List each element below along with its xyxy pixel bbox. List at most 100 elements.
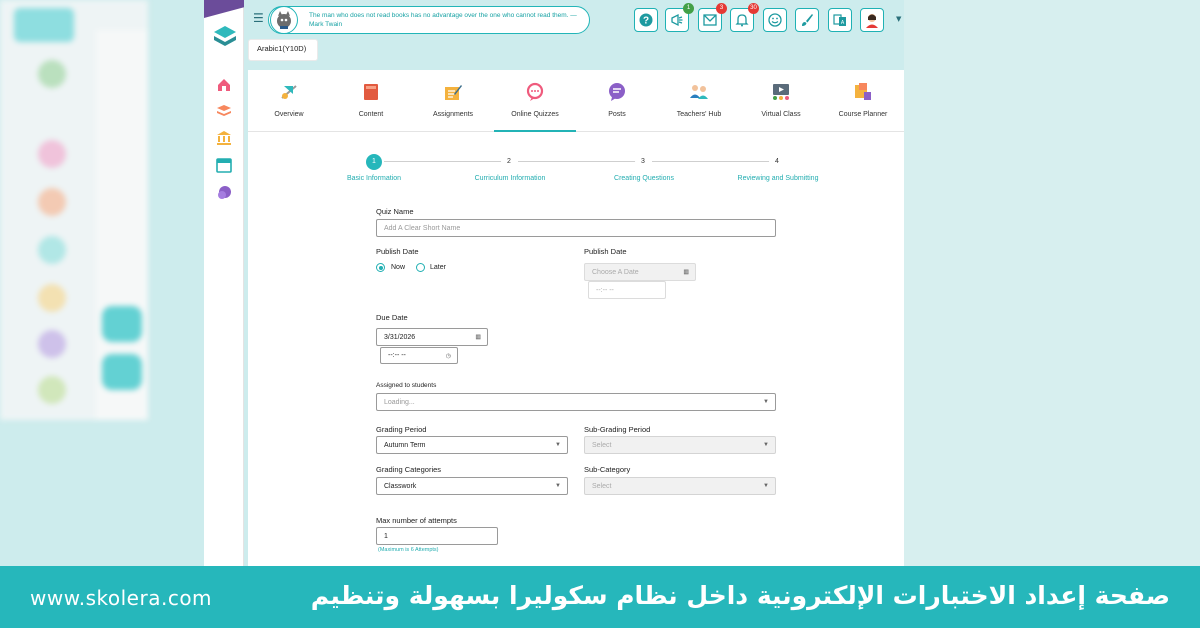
sub-grading-period-label: Sub-Grading Period — [584, 425, 651, 434]
messages-rail-icon[interactable] — [215, 184, 233, 202]
publish-date-label: Publish Date — [376, 247, 419, 256]
user-avatar-icon — [866, 14, 878, 28]
step-1-circle[interactable]: 1 — [366, 154, 382, 170]
skolera-logo-icon — [214, 26, 236, 46]
book-icon — [364, 84, 378, 100]
publish-now-label: Now — [391, 264, 406, 271]
menu-icon[interactable]: ☰ — [253, 12, 265, 24]
clock-icon: ◷ — [445, 353, 451, 359]
max-attempts-input[interactable]: 1 — [376, 527, 498, 545]
course-tabs: Overview Content Assignments Online Quiz… — [248, 70, 904, 132]
publish-date-label-2: Publish Date — [584, 247, 627, 256]
publish-now-radio[interactable] — [376, 263, 385, 272]
help-icon: ? — [639, 13, 653, 27]
planner-icon — [855, 83, 871, 100]
feedback-button[interactable] — [763, 8, 787, 32]
step-connector — [518, 161, 644, 162]
chevron-down-icon: ▼ — [763, 399, 769, 405]
mail-icon — [703, 14, 717, 26]
calendar-small-icon: ▦ — [683, 269, 689, 276]
sub-category-select[interactable]: Select ▼ — [584, 477, 776, 495]
notifications-badge: 30 — [748, 3, 759, 14]
institution-icon[interactable] — [215, 129, 233, 147]
grading-categories-label: Grading Categories — [376, 465, 442, 474]
publish-later-label: Later — [430, 264, 446, 271]
course-chip[interactable]: Arabic1(Y10D) — [249, 40, 317, 60]
quiz-name-input[interactable]: Add A Clear Short Name — [376, 219, 776, 237]
tab-virtual-class[interactable]: Virtual Class — [740, 70, 822, 132]
top-bar: ☰ The man who does not read books has no… — [244, 0, 904, 62]
publish-later-radio[interactable] — [416, 263, 425, 272]
calendar-small-icon: ▦ — [475, 334, 481, 341]
sub-grading-period-value: Select — [592, 441, 612, 449]
background-dot — [38, 236, 66, 264]
bottom-banner: www.skolera.com صفحة إعداد الاختبارات ال… — [0, 566, 1200, 628]
due-date-picker[interactable]: 3/31/2026 ▦ — [376, 328, 488, 346]
tab-teachers-hub[interactable]: Teachers' Hub — [658, 70, 740, 132]
grading-categories-value: Classwork — [384, 482, 417, 490]
bell-icon — [735, 14, 749, 27]
background-block — [102, 306, 142, 342]
courses-icon[interactable] — [215, 102, 233, 120]
announcements-button[interactable]: 1 — [665, 3, 694, 32]
messages-button[interactable]: 3 — [698, 3, 727, 32]
grading-period-select[interactable]: Autumn Term ▼ — [376, 436, 568, 454]
quote-text: The man who does not read books has no a… — [309, 12, 577, 28]
step-1-label[interactable]: Basic Information — [314, 175, 434, 182]
chevron-down-icon[interactable]: ▼ — [896, 15, 901, 23]
virtual-class-icon — [773, 84, 789, 100]
brush-icon — [802, 14, 813, 26]
tab-assignments[interactable]: Assignments — [412, 70, 494, 132]
notifications-button[interactable]: 30 — [730, 3, 759, 32]
step-3-circle[interactable]: 3 — [635, 154, 651, 170]
main-panel: Overview Content Assignments Online Quiz… — [248, 70, 904, 566]
user-profile-button[interactable] — [860, 8, 884, 32]
step-connector — [652, 161, 774, 162]
due-date-value: 3/31/2026 — [384, 333, 416, 341]
background-right — [904, 0, 1200, 566]
step-2-label[interactable]: Curriculum Information — [450, 175, 570, 182]
sub-grading-period-select[interactable]: Select ▼ — [584, 436, 776, 454]
step-2-circle[interactable]: 2 — [501, 154, 517, 170]
chevron-down-icon: ▼ — [555, 483, 561, 489]
theme-button[interactable] — [795, 8, 819, 32]
tab-course-planner[interactable]: Course Planner — [822, 70, 904, 132]
publish-date-picker[interactable]: Choose A Date ▦ — [584, 263, 696, 281]
chevron-down-icon: ▼ — [555, 442, 561, 448]
assigned-students-label: Assigned to students — [376, 382, 437, 389]
tab-content[interactable]: Content — [330, 70, 412, 132]
banner-url[interactable]: www.skolera.com — [30, 586, 212, 610]
quiz-steps: 1 Basic Information 2 Curriculum Informa… — [248, 154, 904, 186]
step-4-label[interactable]: Reviewing and Submitting — [718, 175, 838, 182]
grading-period-value: Autumn Term — [384, 441, 426, 449]
step-3-label[interactable]: Creating Questions — [584, 175, 704, 182]
background-dot — [38, 60, 66, 88]
assigned-students-select[interactable]: Loading... ▼ — [376, 393, 776, 411]
tab-overview[interactable]: Overview — [248, 70, 330, 132]
due-time-input[interactable]: --:-- -- ◷ — [380, 347, 458, 364]
help-button[interactable]: ? — [634, 8, 658, 32]
smiley-icon — [768, 13, 782, 27]
home-icon[interactable] — [215, 76, 233, 94]
quiz-name-label: Quiz Name — [376, 207, 414, 216]
grading-categories-select[interactable]: Classwork ▼ — [376, 477, 568, 495]
quote-banner: The man who does not read books has no a… — [268, 6, 590, 34]
megaphone-icon — [671, 13, 683, 27]
background-dot — [38, 284, 66, 312]
chevron-down-icon: ▼ — [763, 442, 769, 448]
assignment-icon — [445, 85, 462, 100]
cat-avatar-icon — [270, 6, 298, 34]
due-date-label: Due Date — [376, 313, 408, 322]
background-app-blurred — [0, 0, 148, 420]
calendar-icon[interactable] — [215, 156, 233, 174]
sub-category-label: Sub-Category — [584, 465, 631, 474]
tab-online-quizzes[interactable]: Online Quizzes — [494, 70, 576, 132]
language-button[interactable]: A — [828, 8, 852, 32]
background-dot — [38, 330, 66, 358]
max-attempts-hint: (Maximum is 6 Attempts) — [378, 547, 439, 553]
step-4-circle[interactable]: 4 — [769, 154, 785, 170]
publish-time-input[interactable]: --:-- -- — [588, 281, 666, 299]
grading-period-label: Grading Period — [376, 425, 427, 434]
tab-posts[interactable]: Posts — [576, 70, 658, 132]
teachers-icon — [690, 85, 708, 99]
